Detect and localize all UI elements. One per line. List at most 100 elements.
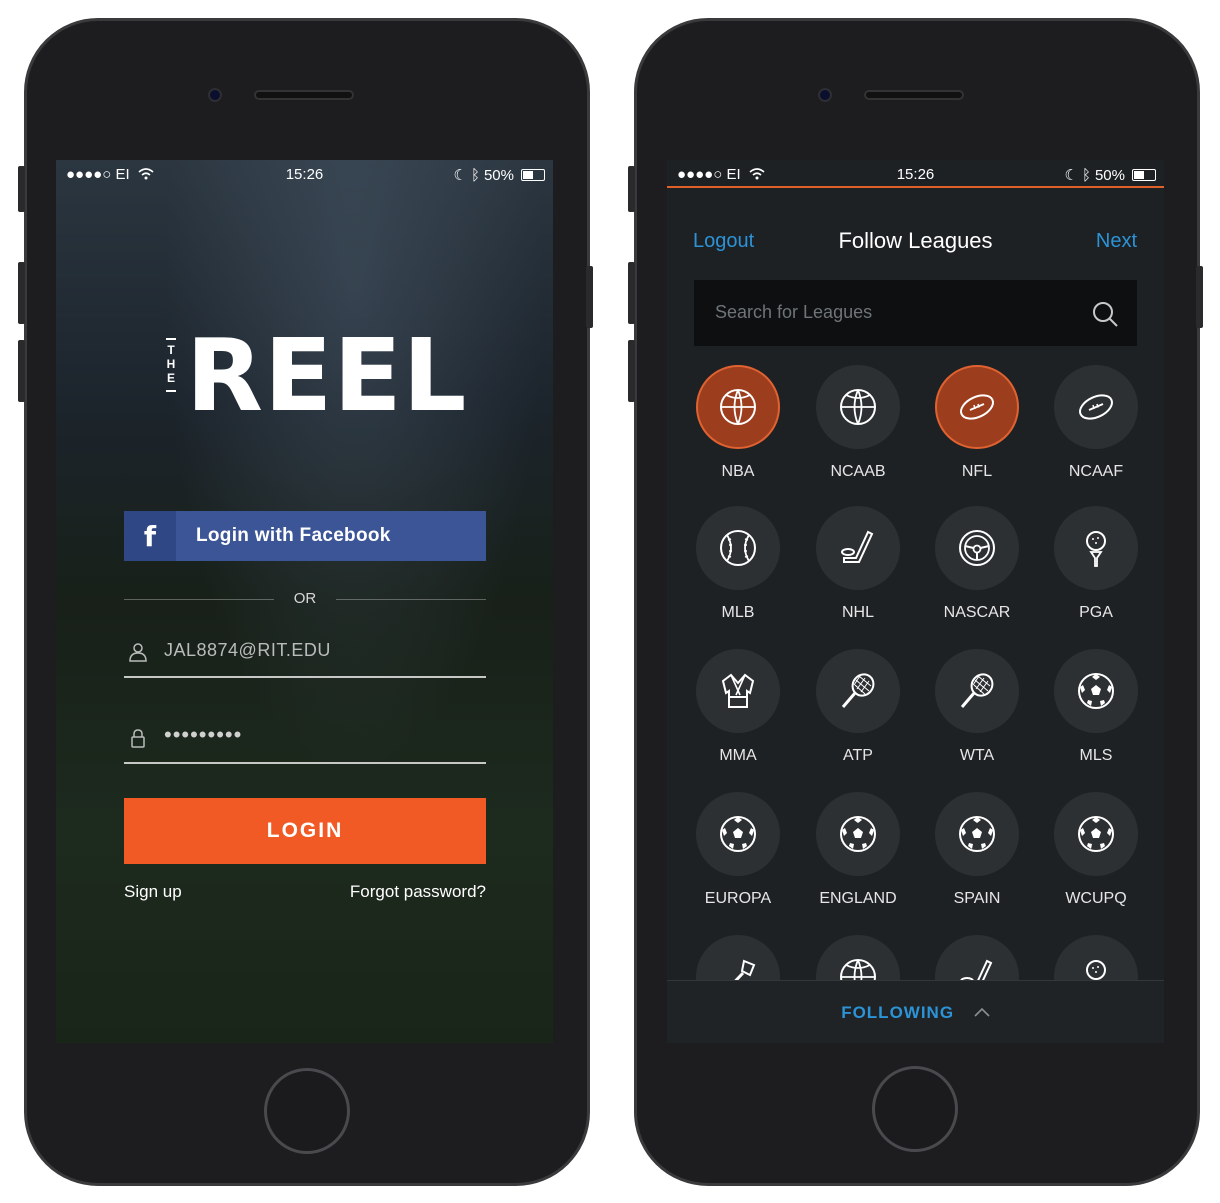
league-label: MMA: [719, 747, 757, 764]
league-label: PGA: [1079, 604, 1113, 621]
league-label: SPAIN: [953, 890, 1001, 907]
league-label: ENGLAND: [819, 890, 897, 907]
power-button: [1196, 266, 1203, 328]
app-logo: REEL: [186, 317, 468, 434]
baseball-icon: [696, 506, 780, 590]
mute-switch: [18, 166, 25, 212]
league-item-spain[interactable]: SPAIN: [917, 792, 1037, 922]
league-item-mls[interactable]: MLS: [1036, 649, 1156, 779]
lock-icon: [131, 729, 145, 748]
home-button[interactable]: [872, 1066, 958, 1152]
league-item-mma[interactable]: MMA: [678, 649, 798, 779]
league-item-nhl[interactable]: NHL: [798, 506, 918, 636]
email-value: JAL8874@RIT.EDU: [164, 640, 331, 660]
facebook-login-button[interactable]: f Login with Facebook: [124, 511, 486, 561]
mute-switch: [628, 166, 635, 212]
basketball-icon: [816, 365, 900, 449]
next-button[interactable]: Next: [1096, 230, 1137, 253]
facebook-login-label: Login with Facebook: [196, 525, 391, 546]
steering-wheel-icon: [935, 506, 1019, 590]
gi-robe-icon: [696, 649, 780, 733]
sign-up-link[interactable]: Sign up: [124, 882, 182, 902]
moon-icon: ☾: [453, 167, 467, 184]
facebook-icon: f: [124, 511, 176, 561]
password-field[interactable]: •••••••••: [124, 716, 486, 764]
tennis-racket-icon: [816, 649, 900, 733]
follow-leagues-screen: ●●●●○ EI 15:26 ☾ ᛒ 50% Logout Follow Lea…: [667, 160, 1164, 1043]
league-label: MLB: [721, 604, 755, 621]
soccer-ball-icon: [696, 792, 780, 876]
earpiece-speaker: [864, 90, 964, 100]
status-accent-line: [667, 186, 1164, 188]
battery-icon: [1132, 169, 1156, 181]
search-input[interactable]: Search for Leagues: [694, 280, 1137, 346]
forgot-password-link[interactable]: Forgot password?: [350, 882, 486, 902]
or-divider: OR: [124, 590, 486, 610]
login-screen: ●●●●○ EI 15:26 ☾ ᛒ 50% T H E REEL f Logi…: [56, 160, 553, 1043]
tennis-racket-icon: [935, 649, 1019, 733]
power-button: [586, 266, 593, 328]
league-item-europa[interactable]: EUROPA: [678, 792, 798, 922]
battery-percent: 50%: [483, 166, 514, 184]
league-item-ncaaf[interactable]: NCAAF: [1036, 365, 1156, 495]
logo-the: T H E: [166, 343, 176, 385]
soccer-ball-icon: [935, 792, 1019, 876]
email-field[interactable]: JAL8874@RIT.EDU: [124, 630, 486, 678]
league-label: NASCAR: [943, 604, 1011, 621]
league-label: ATP: [843, 747, 873, 764]
league-label: NBA: [721, 463, 755, 480]
league-item-nba[interactable]: NBA: [678, 365, 798, 495]
league-label: NHL: [841, 604, 874, 621]
battery-percent: 50%: [1094, 166, 1125, 184]
bluetooth-icon: ᛒ: [470, 166, 480, 184]
logo-bar-top: [166, 338, 176, 340]
golf-ball-icon: [1054, 506, 1138, 590]
league-label: NFL: [961, 463, 993, 480]
status-bar: ●●●●○ EI 15:26 ☾ ᛒ 50%: [667, 160, 1164, 188]
volume-up-button: [18, 262, 25, 324]
league-label: EUROPA: [704, 890, 772, 907]
league-item-ncaab[interactable]: NCAAB: [798, 365, 918, 495]
league-item-wta[interactable]: WTA: [917, 649, 1037, 779]
search-placeholder: Search for Leagues: [715, 302, 873, 322]
soccer-ball-icon: [816, 792, 900, 876]
league-label: MLS: [1079, 747, 1113, 764]
league-item-wcupq[interactable]: WCUPQ: [1036, 792, 1156, 922]
league-item-nfl[interactable]: NFL: [917, 365, 1037, 495]
football-icon: [1054, 365, 1138, 449]
league-item-atp[interactable]: ATP: [798, 649, 918, 779]
hockey-stick-icon: [816, 506, 900, 590]
front-camera: [818, 88, 832, 102]
league-item-mlb[interactable]: MLB: [678, 506, 798, 636]
following-bar[interactable]: FOLLOWING: [667, 980, 1164, 1043]
soccer-ball-icon: [1054, 792, 1138, 876]
football-icon: [935, 365, 1019, 449]
password-value: •••••••••: [164, 722, 243, 747]
league-item-england[interactable]: ENGLAND: [798, 792, 918, 922]
league-label: WTA: [959, 747, 995, 764]
chevron-up-icon: [974, 1007, 990, 1017]
volume-down-button: [628, 340, 635, 402]
login-button[interactable]: LOGIN: [124, 798, 486, 864]
volume-down-button: [18, 340, 25, 402]
front-camera: [208, 88, 222, 102]
logo-bar-bottom: [166, 390, 176, 392]
bluetooth-icon: ᛒ: [1081, 166, 1091, 184]
user-icon: [129, 643, 147, 662]
search-icon[interactable]: [1091, 300, 1119, 328]
soccer-ball-icon: [1054, 649, 1138, 733]
page-title: Follow Leagues: [838, 228, 993, 253]
league-item-pga[interactable]: PGA: [1036, 506, 1156, 636]
league-item-nascar[interactable]: NASCAR: [917, 506, 1037, 636]
status-bar: ●●●●○ EI 15:26 ☾ ᛒ 50%: [56, 160, 553, 188]
earpiece-speaker: [254, 90, 354, 100]
volume-up-button: [628, 262, 635, 324]
battery-icon: [521, 169, 545, 181]
league-label: NCAAB: [830, 463, 886, 480]
basketball-icon: [696, 365, 780, 449]
league-label: WCUPQ: [1065, 890, 1127, 907]
following-label: FOLLOWING: [841, 1003, 955, 1022]
league-label: NCAAF: [1068, 463, 1124, 480]
moon-icon: ☾: [1064, 167, 1078, 184]
home-button[interactable]: [264, 1068, 350, 1154]
